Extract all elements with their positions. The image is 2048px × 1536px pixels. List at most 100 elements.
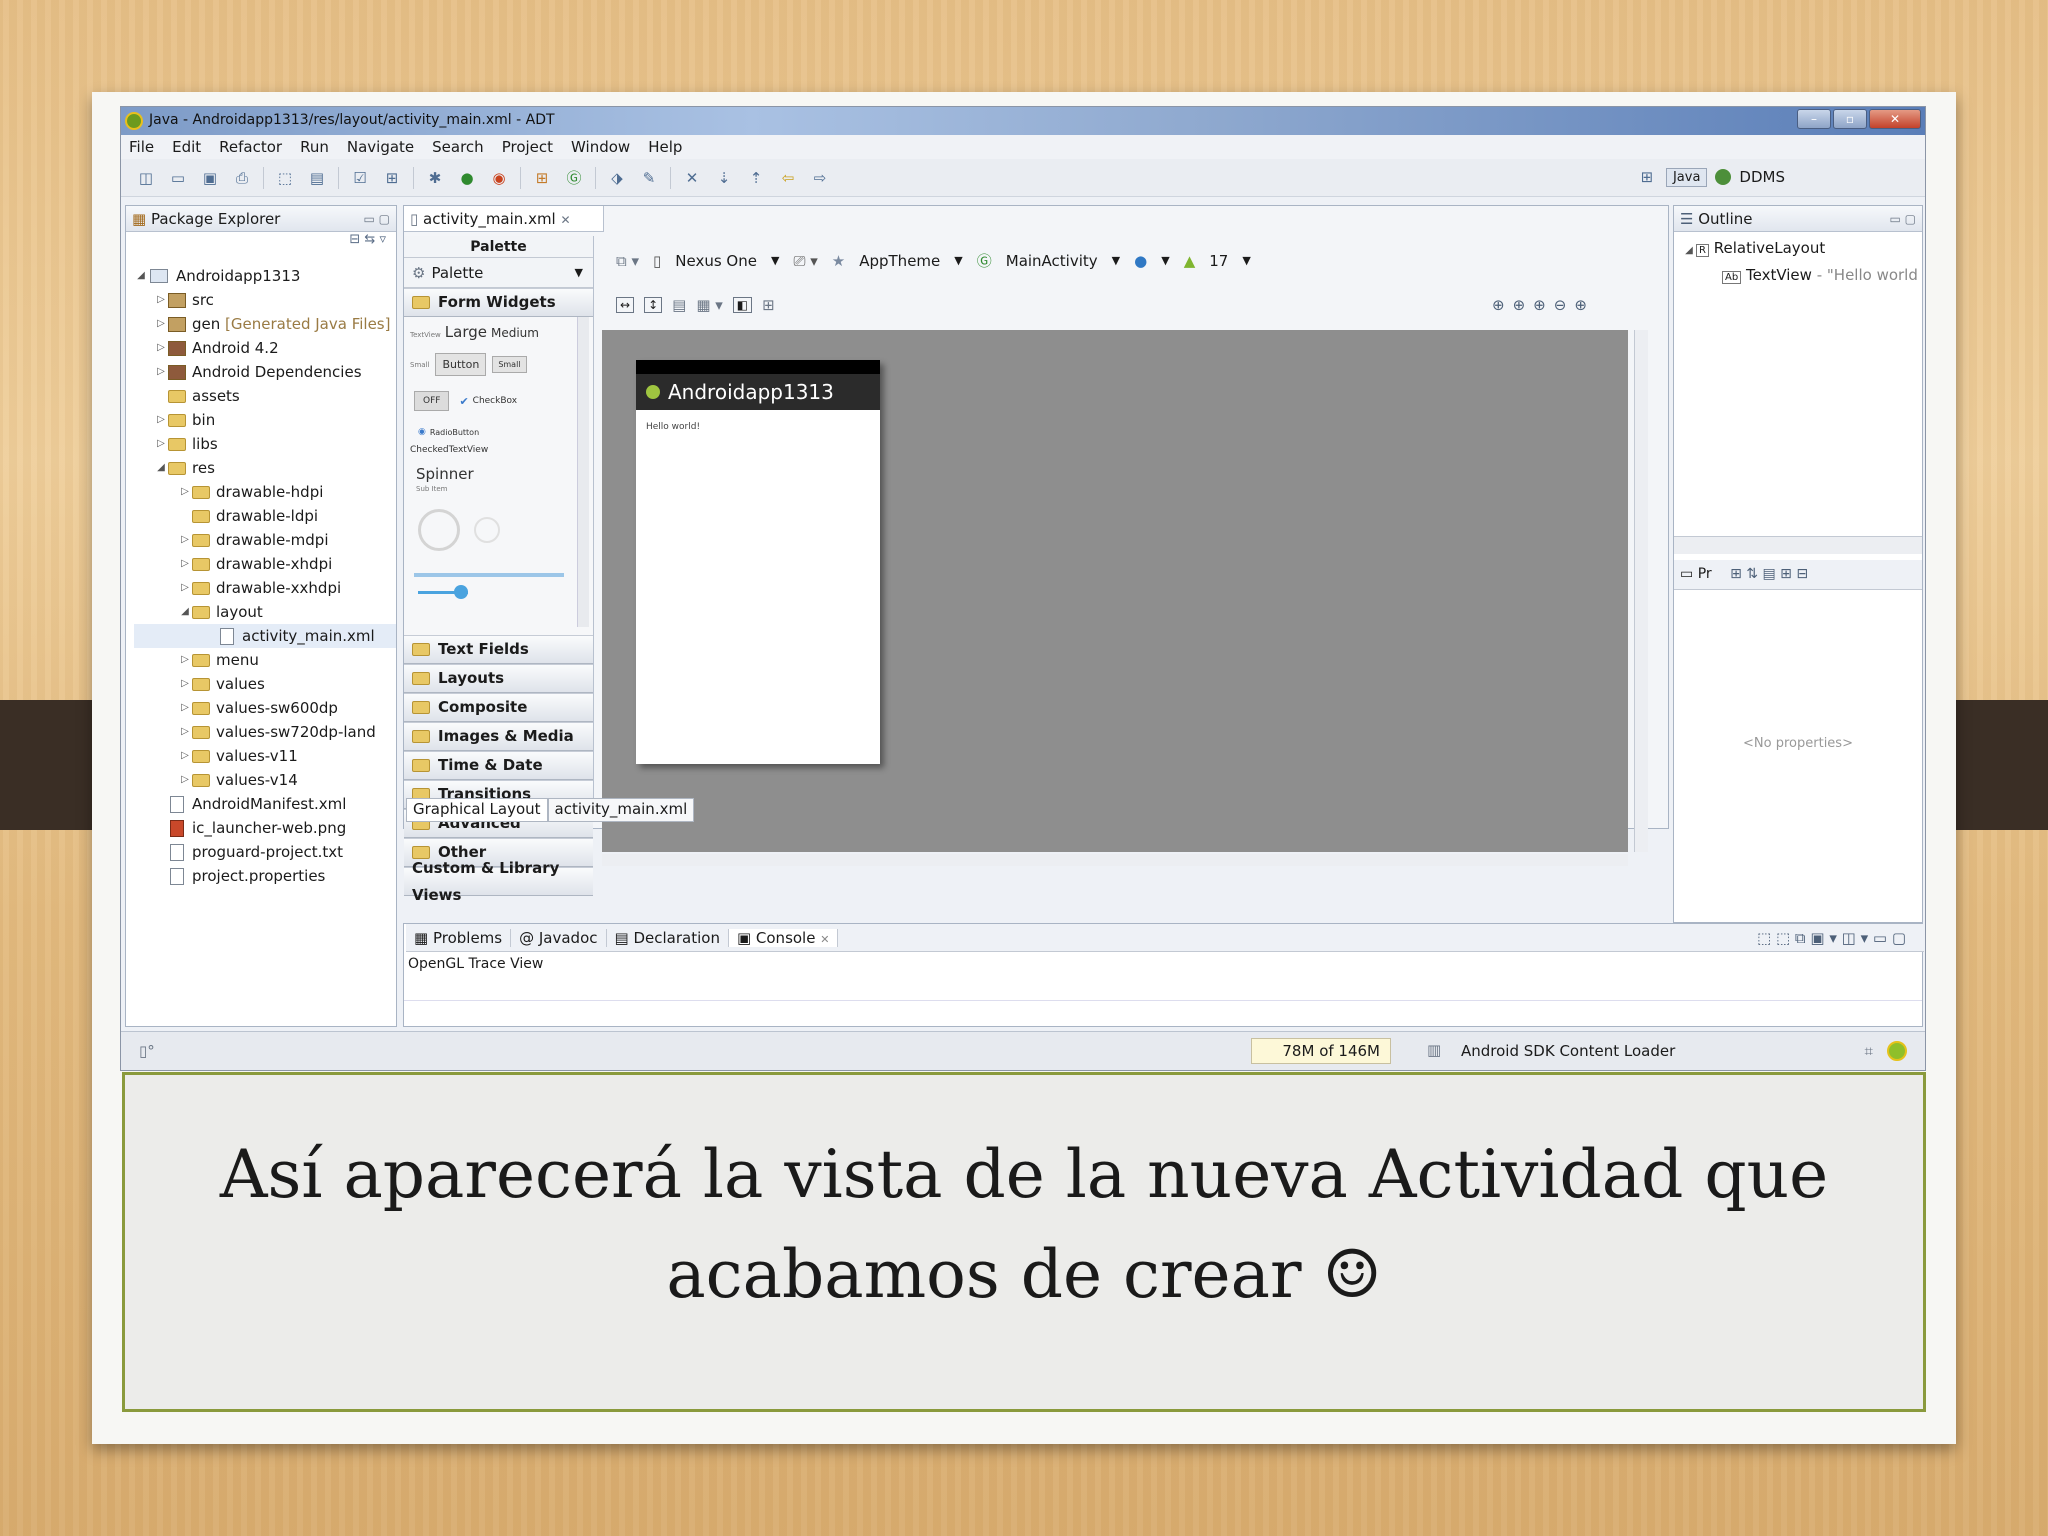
tree-row-drawable-mdpi[interactable]: ▷ drawable-mdpi — [134, 528, 396, 552]
console-toolbar-icons[interactable]: ⬚ ⬚ ⧉ ▣ ▾ ◫ ▾ ▭ ▢ — [1749, 929, 1924, 947]
tree-row-android-dependencies[interactable]: ▷ Android Dependencies — [134, 360, 396, 384]
widget-radio-button[interactable]: RadioButton — [430, 428, 479, 437]
progress-horizontal[interactable] — [414, 573, 564, 577]
print-icon[interactable]: ⎙ — [231, 168, 253, 188]
properties-toolbar-icons[interactable]: ⊞ ⇅ ▤ ⊞ ⊟ — [1730, 566, 1808, 582]
orientation-icon[interactable]: ⎚ ▾ — [793, 252, 817, 270]
widget-spinner[interactable]: Spinner — [416, 465, 474, 483]
menu-run[interactable]: Run — [300, 138, 329, 156]
tab-graphical-layout[interactable]: Graphical Layout — [406, 798, 548, 822]
back-icon[interactable]: ⇦ — [777, 168, 799, 188]
tree-row-values-sw600dp[interactable]: ▷ values-sw600dp — [134, 696, 396, 720]
close-button[interactable]: ✕ — [1869, 109, 1921, 129]
palette-scrollbar[interactable] — [577, 317, 589, 627]
palette-category-time-date[interactable]: Time & Date — [404, 751, 593, 780]
close-tab-icon[interactable]: ✕ — [820, 933, 829, 946]
new-class-icon[interactable]: Ⓖ — [563, 168, 585, 188]
outline-row-textview[interactable]: Ab TextView - "Hello world — [1682, 263, 1918, 290]
lint-icon[interactable]: ☑ — [349, 168, 371, 188]
link-editor-icon[interactable]: ⇆ — [364, 232, 375, 247]
tree-row-layout[interactable]: ◢ layout — [134, 600, 396, 624]
widget-checkbox[interactable]: CheckBox — [473, 396, 517, 406]
menu-window[interactable]: Window — [571, 138, 630, 156]
tree-row-values-sw720dp-land[interactable]: ▷ values-sw720dp-land — [134, 720, 396, 744]
tree-row-drawable-ldpi[interactable]: drawable-ldpi — [134, 504, 396, 528]
canvas-horizontal-scrollbar[interactable] — [602, 854, 1628, 866]
zoom-in-icon[interactable]: ⊕ — [1574, 296, 1587, 314]
progress-large-icon[interactable] — [418, 509, 460, 551]
tree-row-values[interactable]: ▷ values — [134, 672, 396, 696]
zoom-actual-icon[interactable]: ⊕ — [1513, 296, 1526, 314]
outline-row-relativelayout[interactable]: ◢ R RelativeLayout — [1682, 236, 1914, 263]
progress-small-icon[interactable] — [474, 517, 500, 543]
editor-tab-activity-main[interactable]: ▯ activity_main.xml ✕ — [404, 206, 604, 232]
save-all-icon[interactable]: ▣ — [199, 168, 221, 188]
java-perspective-button[interactable]: Java — [1665, 167, 1708, 187]
tree-row-libs[interactable]: ▷ libs — [134, 432, 396, 456]
toggle-layout-icon[interactable]: ◧ — [732, 297, 753, 313]
outline-tab[interactable]: ☰ Outline ▭ ▢ — [1674, 206, 1922, 232]
palette-category-layouts[interactable]: Layouts — [404, 664, 593, 693]
tree-row-gen[interactable]: ▷ gen [Generated Java Files] — [134, 312, 396, 336]
ddms-perspective-button[interactable]: DDMS — [1739, 168, 1785, 186]
avd-manager-icon[interactable]: ▤ — [306, 168, 328, 188]
outline-horizontal-scrollbar[interactable] — [1674, 536, 1922, 554]
menu-project[interactable]: Project — [502, 138, 553, 156]
locale-globe-icon[interactable]: ● — [1134, 252, 1147, 270]
external-tools-icon[interactable]: ◉ — [488, 168, 510, 188]
package-explorer-tab[interactable]: ▦ Package Explorer ▭ ▢ — [126, 206, 396, 232]
view-menu-icon[interactable]: ▿ — [379, 232, 386, 247]
properties-tab[interactable]: ▭ Pr ⊞ ⇅ ▤ ⊞ ⊟ — [1674, 560, 1922, 590]
tree-row-project-properties[interactable]: project.properties — [134, 864, 396, 888]
gravity-icon[interactable]: ▦ ▾ — [696, 296, 722, 314]
fill-height-icon[interactable]: ↕ — [644, 297, 663, 313]
widget-large-text[interactable]: Large — [445, 323, 487, 341]
menu-edit[interactable]: Edit — [172, 138, 201, 156]
tab-console[interactable]: ▣ Console ✕ — [728, 928, 839, 947]
gc-icon[interactable]: ▥ — [1427, 1041, 1441, 1059]
tree-row-android-manifest[interactable]: AndroidManifest.xml — [134, 792, 396, 816]
widget-small-text[interactable]: Small — [410, 361, 429, 369]
theme-selector[interactable]: AppTheme — [859, 252, 940, 270]
tree-row-src[interactable]: ▷ src — [134, 288, 396, 312]
run-icon[interactable]: ● — [456, 168, 478, 188]
minimize-button[interactable]: – — [1797, 109, 1831, 129]
pin-icon[interactable]: ✕ — [681, 168, 703, 188]
sdk-manager-icon[interactable]: ⬚ — [274, 168, 296, 188]
device-selector[interactable]: Nexus One — [675, 252, 757, 270]
distribute-icon[interactable]: ⊞ — [762, 296, 775, 314]
tree-row-proguard-project[interactable]: proguard-project.txt — [134, 840, 396, 864]
tab-javadoc[interactable]: @ Javadoc — [511, 928, 607, 947]
view-controls[interactable]: ▭ ▢ — [364, 206, 391, 232]
new-package-icon[interactable]: ⊞ — [531, 168, 553, 188]
tree-row-android-42[interactable]: ▷ Android 4.2 — [134, 336, 396, 360]
zoom-fit-icon[interactable]: ⊕ — [1492, 296, 1505, 314]
zoom-real-icon[interactable]: ⊕ — [1533, 296, 1546, 314]
fast-view-icon[interactable]: ▯° — [139, 1042, 155, 1060]
close-tab-icon[interactable]: ✕ — [561, 213, 571, 227]
search-icon[interactable]: ✎ — [638, 168, 660, 188]
prev-annotation-icon[interactable]: ⇡ — [745, 168, 767, 188]
tree-row-values-v14[interactable]: ▷ values-v14 — [134, 768, 396, 792]
forward-icon[interactable]: ⇨ — [809, 168, 831, 188]
menu-search[interactable]: Search — [432, 138, 484, 156]
seekbar-thumb[interactable] — [454, 585, 468, 599]
menu-navigate[interactable]: Navigate — [347, 138, 414, 156]
palette-dropdown[interactable]: ⚙ Palette ▼ — [404, 258, 593, 288]
tree-row-drawable-xhdpi[interactable]: ▷ drawable-xhdpi — [134, 552, 396, 576]
tree-row-assets[interactable]: assets — [134, 384, 396, 408]
config-chooser-icon[interactable]: ⧉ ▾ — [616, 252, 639, 270]
view-controls[interactable]: ▭ ▢ — [1890, 206, 1917, 232]
widget-medium-text[interactable]: Medium — [491, 326, 539, 340]
menu-help[interactable]: Help — [648, 138, 682, 156]
preview-hello-textview[interactable]: Hello world! — [636, 410, 880, 444]
tree-row-bin[interactable]: ▷ bin — [134, 408, 396, 432]
menu-refactor[interactable]: Refactor — [219, 138, 282, 156]
open-perspective-icon[interactable]: ⊞ — [1636, 167, 1658, 187]
tree-row-values-v11[interactable]: ▷ values-v11 — [134, 744, 396, 768]
heap-status[interactable]: 78M of 146M — [1251, 1038, 1391, 1064]
open-type-icon[interactable]: ⬗ — [606, 168, 628, 188]
tree-row-drawable-hdpi[interactable]: ▷ drawable-hdpi — [134, 480, 396, 504]
widget-button[interactable]: Button — [435, 353, 487, 376]
console-scrollbar[interactable] — [404, 1000, 1922, 1014]
